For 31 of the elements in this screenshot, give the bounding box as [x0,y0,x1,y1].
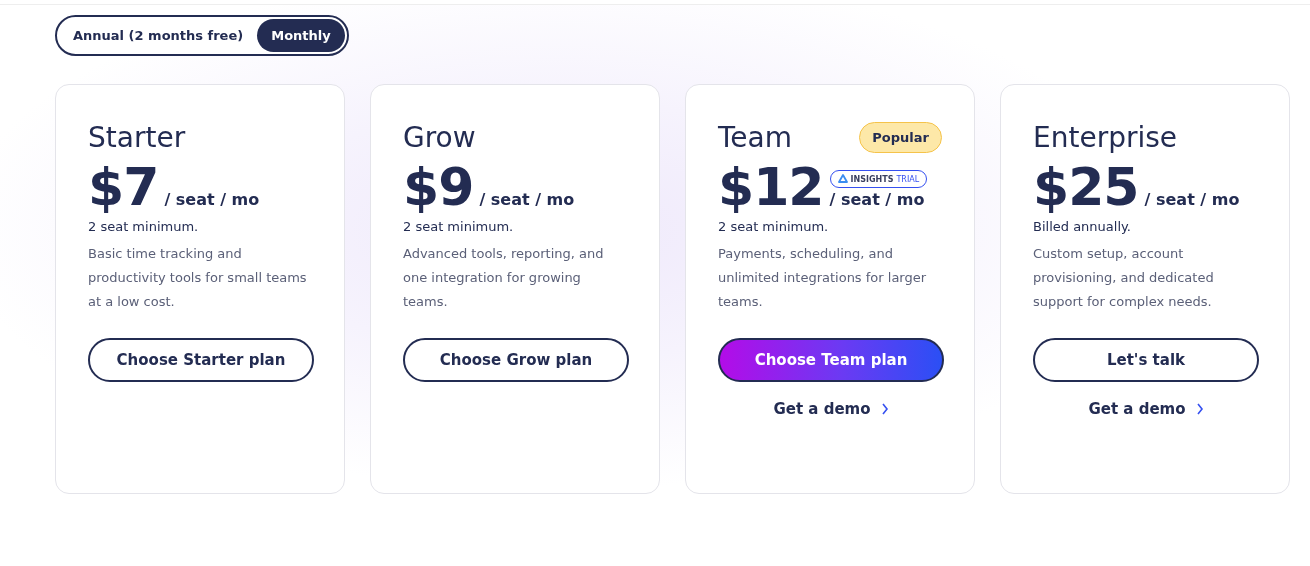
plan-price: $12 [718,161,824,213]
plan-name: Grow [403,120,476,154]
price-unit: / seat / mo [164,190,260,211]
seat-minimum: 2 seat minimum. [88,219,200,234]
seat-minimum: 2 seat minimum. [718,219,830,234]
choose-plan-button[interactable]: Choose Starter plan [88,338,314,382]
plan-name: Enterprise [1033,120,1178,154]
price-unit: / seat / mo [1144,190,1240,211]
price-unit: / seat / mo [829,190,925,211]
choose-plan-button[interactable]: Let's talk [1033,338,1259,382]
demo-link[interactable]: Get a demo [1088,400,1186,418]
plan-description: Payments, scheduling, and unlimited integrations for larger teams. [718,245,928,311]
choose-plan-button[interactable]: Choose Grow plan [403,338,629,382]
plan-name: Starter [88,120,186,154]
plan-price: $9 [403,161,474,213]
seat-minimum: Billed annually. [1033,219,1132,234]
billing-option[interactable]: Monthly [257,19,345,52]
price-unit: / seat / mo [479,190,575,211]
plan-name: Team [718,120,792,154]
plan-price: $7 [88,161,159,213]
plan-price: $25 [1033,161,1139,213]
plan-description: Custom setup, account provisioning, and dedicated support for complex needs. [1033,245,1215,311]
plan-description: Advanced tools, reporting, and one integration for growing teams. [403,245,605,311]
seat-minimum: 2 seat minimum. [403,219,515,234]
popular-badge: Popular [859,121,942,153]
plan-description: Basic time tracking and productivity tools for small teams at a low cost. [88,245,308,311]
trial-label: INSIGHTS [850,174,894,184]
choose-plan-button[interactable]: Choose Team plan [718,338,944,382]
demo-link[interactable]: Get a demo [773,400,871,418]
billing-option[interactable]: Annual (2 months free) [59,19,258,52]
trial-suffix: TRIAL [896,174,920,184]
